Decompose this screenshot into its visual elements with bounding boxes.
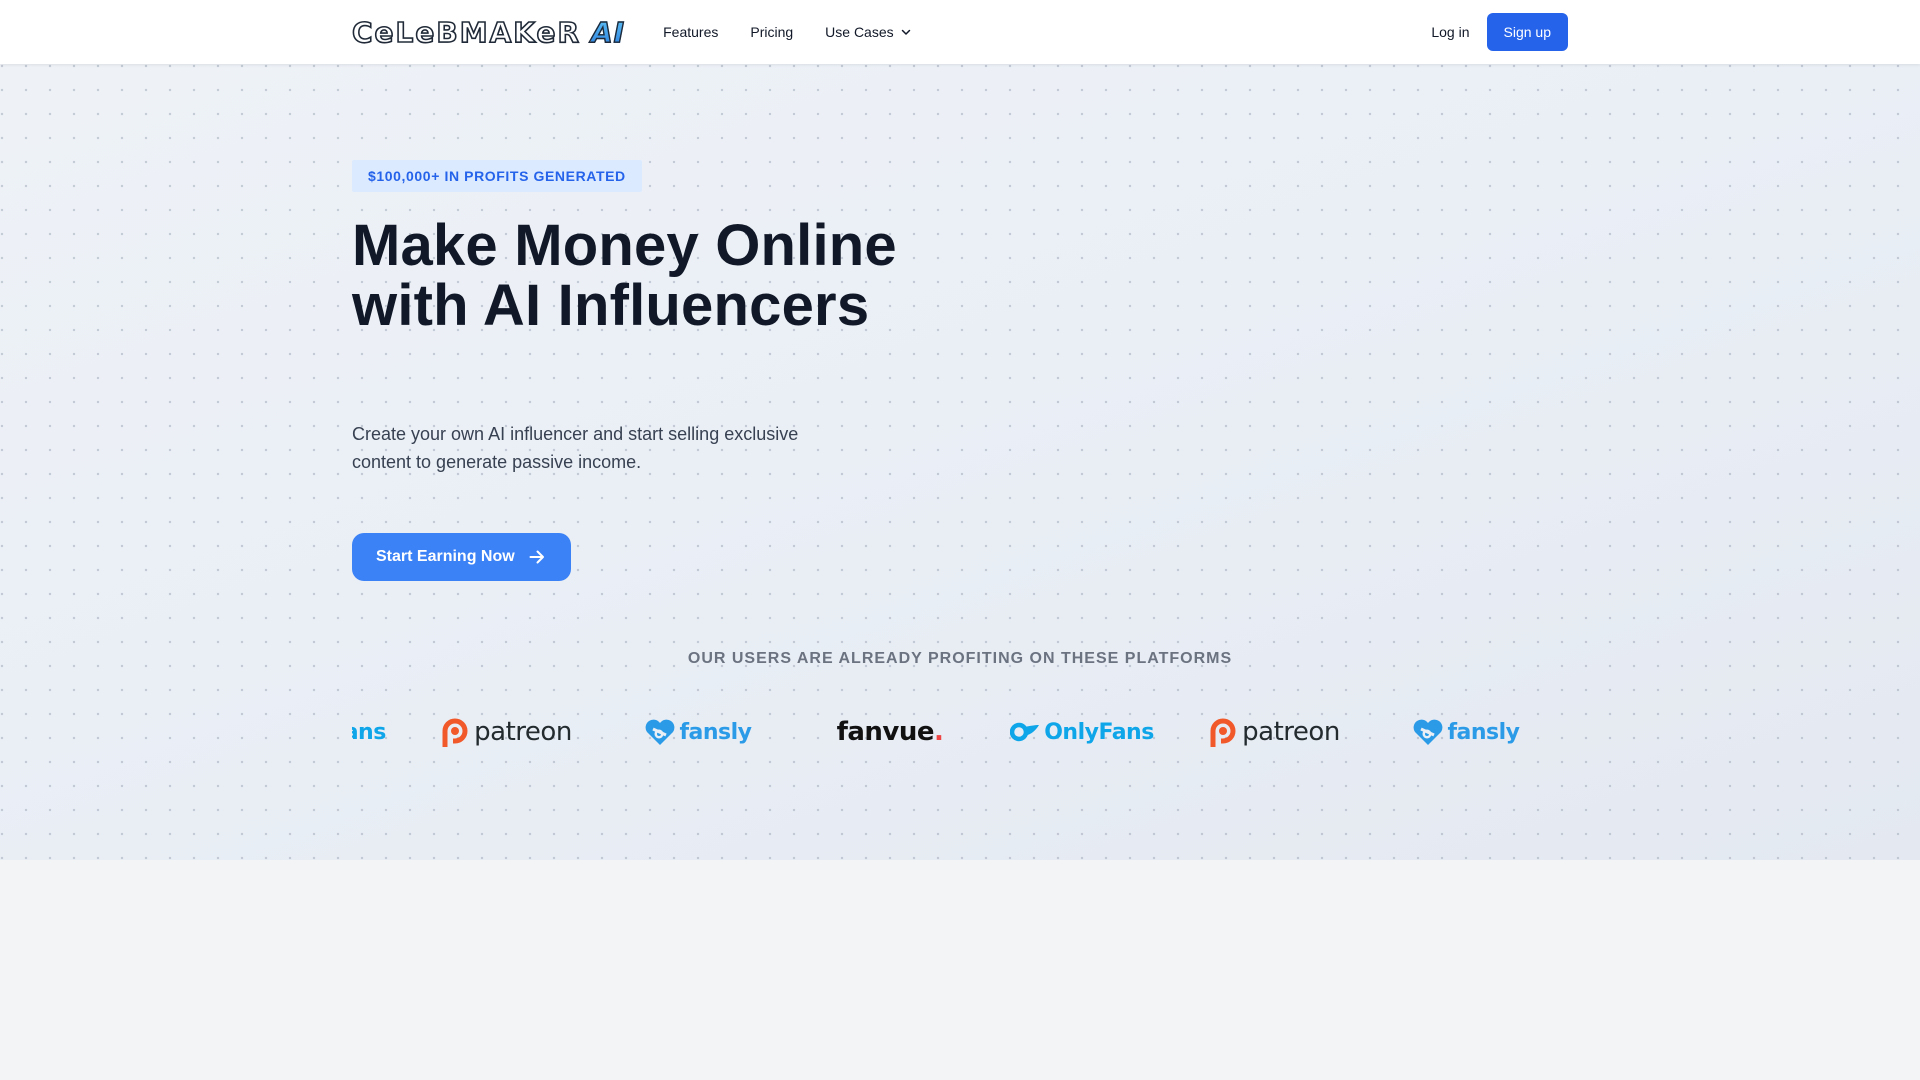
hero-subtitle: Create your own AI influencer and start … [352, 424, 799, 472]
fanvue-text: fanvue [836, 717, 935, 747]
onlyfans-wordmark: OnlyFans [1044, 719, 1154, 745]
onlyfans-wordmark: OnlyFans [352, 719, 386, 745]
start-earning-button[interactable]: Start Earning Now [352, 533, 571, 581]
nav-features-label: Features [663, 24, 719, 40]
fansly-wordmark: fansly [1447, 719, 1520, 745]
main-nav: Features Pricing Use Cases [663, 24, 944, 40]
fansly-heart-icon [646, 719, 675, 745]
fanvue-dot: . [934, 717, 944, 747]
site-header: CeLeBMAKeR AI Features Pricing Use Cases… [0, 0, 1920, 64]
fansly-wordmark: fansly [679, 719, 752, 745]
logo-wordmark: CeLeBMAKeR [351, 15, 582, 50]
patreon-wordmark: patreon [1242, 717, 1340, 747]
hero-title: Make Money Online with AI Influencers [352, 213, 897, 338]
platform-logo-onlyfans: OnlyFans [352, 692, 410, 772]
fanvue-wordmark: fanvue. [837, 717, 944, 747]
nav-features[interactable]: Features [663, 24, 718, 40]
platforms-heading: OUR USERS ARE ALREADY PROFITING ON THESE… [687, 650, 1233, 667]
fansly-heart-icon [1414, 719, 1443, 745]
arrow-right-icon [529, 550, 544, 564]
signup-button[interactable]: Sign up [1486, 13, 1568, 51]
profits-badge: $100,000+ IN PROFITS GENERATED [352, 160, 642, 192]
header-actions: Log in Sign up [1431, 13, 1568, 51]
platform-logo-fanvue: fanvue. [794, 692, 986, 772]
nav-use-cases[interactable]: Use Cases [825, 24, 911, 40]
logo-ai: AI [590, 15, 626, 49]
onlyfans-icon [1010, 722, 1040, 742]
start-earning-label: Start Earning Now [376, 548, 515, 565]
platform-logos-track: OnlyFans patreon fansly [352, 692, 1562, 772]
brand-logo[interactable]: CeLeBMAKeR AI [351, 0, 626, 64]
chevron-down-icon [901, 29, 910, 35]
nav-use-cases-label: Use Cases [825, 24, 894, 40]
patreon-wordmark: patreon [474, 717, 572, 747]
header-inner: CeLeBMAKeR AI Features Pricing Use Cases… [351, 0, 1568, 64]
patreon-icon [1210, 718, 1236, 747]
nav-pricing-label: Pricing [750, 24, 794, 40]
platform-logo-patreon: patreon [410, 692, 602, 772]
login-link[interactable]: Log in [1431, 24, 1469, 40]
platform-logo-fansly: fansly [1370, 692, 1562, 772]
platform-logo-fansly: fansly [602, 692, 794, 772]
patreon-icon [442, 718, 468, 747]
platform-logo-patreon: patreon [1178, 692, 1370, 772]
nav-pricing[interactable]: Pricing [750, 24, 793, 40]
platform-logos-carousel: OnlyFans patreon fansly [352, 692, 1568, 772]
platform-logo-onlyfans: OnlyFans [986, 692, 1178, 772]
next-section [0, 860, 1920, 1080]
hero-section: $100,000+ IN PROFITS GENERATED Make Mone… [0, 64, 1920, 860]
